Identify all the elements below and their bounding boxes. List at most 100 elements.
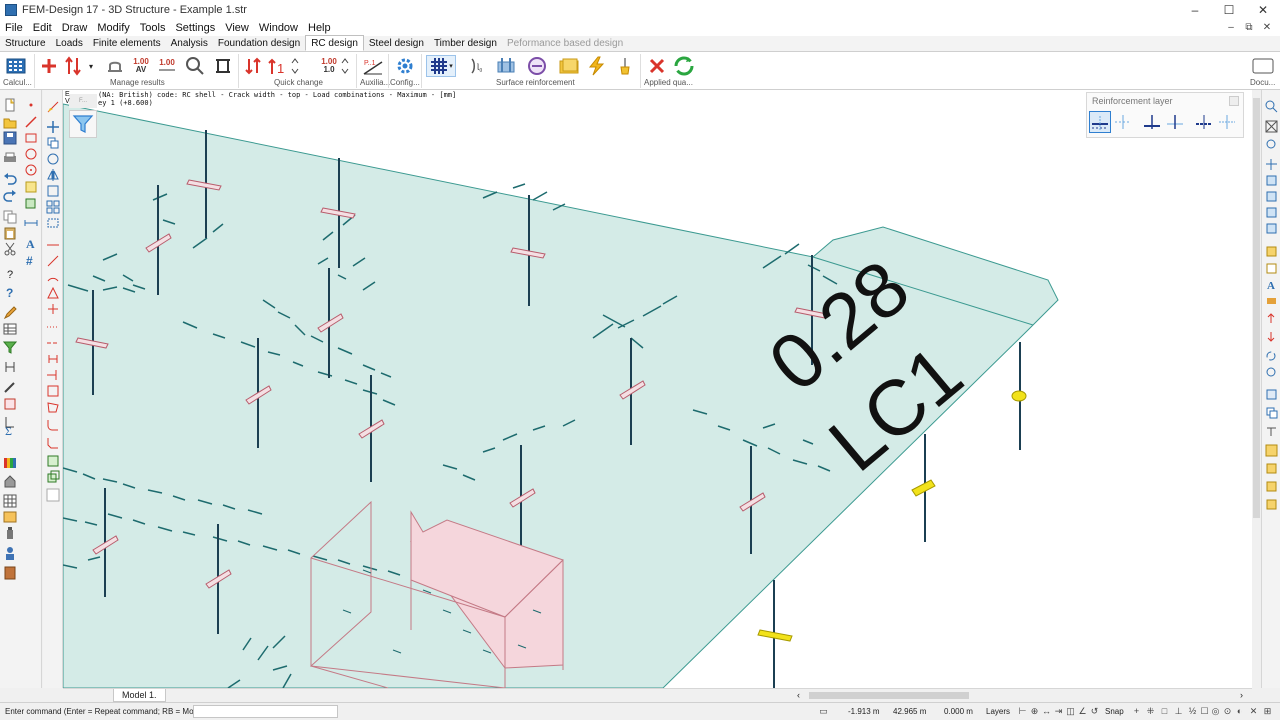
tab-timber-design[interactable]: Timber design bbox=[429, 37, 502, 51]
layer-bottom-x-button[interactable] bbox=[1141, 111, 1163, 133]
dimension-icon[interactable] bbox=[24, 216, 38, 230]
house-icon[interactable] bbox=[3, 474, 17, 488]
menu-edit[interactable]: Edit bbox=[28, 20, 57, 36]
tab-finite-elements[interactable]: Finite elements bbox=[88, 37, 166, 51]
scale-value-a[interactable]: 1.00 AV bbox=[130, 55, 152, 77]
help-context-icon[interactable]: ? bbox=[3, 285, 17, 300]
book-icon[interactable] bbox=[3, 566, 17, 580]
save-icon[interactable] bbox=[3, 131, 17, 145]
cross-icon[interactable] bbox=[46, 302, 60, 316]
ortho-icon[interactable]: ⊢ bbox=[1017, 706, 1028, 717]
shell-reinforcement-icon[interactable] bbox=[495, 55, 517, 77]
refresh-view-icon[interactable] bbox=[1265, 350, 1278, 363]
scale-icon[interactable] bbox=[46, 184, 60, 198]
zoom-in-icon[interactable] bbox=[1265, 100, 1278, 113]
move-up-icon[interactable] bbox=[1265, 312, 1278, 325]
zoom-extents-icon[interactable] bbox=[1265, 138, 1278, 151]
brush-edit-icon[interactable] bbox=[46, 100, 60, 114]
auxiliary-diagram-icon[interactable]: P..1 bbox=[362, 55, 384, 77]
copy-view-icon[interactable] bbox=[1265, 406, 1278, 419]
filter-funnel-icon[interactable] bbox=[2, 340, 18, 354]
snap-cross-icon[interactable]: + bbox=[1131, 706, 1142, 717]
color-palette-icon[interactable] bbox=[3, 456, 17, 470]
box-icon[interactable] bbox=[24, 196, 38, 210]
viewport-mini-tab[interactable]: F... bbox=[69, 94, 97, 108]
view-front-icon[interactable] bbox=[1265, 174, 1278, 187]
rotate-icon[interactable] bbox=[24, 147, 38, 161]
doc-restore-button[interactable]: ⧉ bbox=[1240, 20, 1258, 36]
menu-window[interactable]: Window bbox=[254, 20, 303, 36]
annotation-icon[interactable]: A bbox=[1265, 278, 1278, 292]
offset-icon[interactable] bbox=[46, 352, 60, 366]
menu-file[interactable]: File bbox=[0, 20, 28, 36]
command-input[interactable] bbox=[193, 705, 338, 718]
triangle-icon[interactable] bbox=[46, 286, 60, 300]
layer-yellow-1-icon[interactable] bbox=[1265, 444, 1278, 457]
brush-icon[interactable] bbox=[612, 55, 634, 77]
person-icon[interactable] bbox=[3, 546, 17, 560]
layer-top-x-button[interactable] bbox=[1089, 111, 1111, 133]
bottle-icon[interactable] bbox=[3, 526, 17, 540]
calculator-icon[interactable] bbox=[5, 55, 27, 77]
object-icon[interactable] bbox=[3, 397, 17, 411]
3d-viewport[interactable]: 0.28 LC1 F... E V (NA: British) code: RC… bbox=[63, 90, 1252, 688]
snap-perpendicular-icon[interactable]: ⊥ bbox=[1173, 706, 1184, 717]
copy-icon[interactable] bbox=[3, 210, 17, 224]
copy-object-icon[interactable] bbox=[46, 136, 60, 150]
fit-view-icon[interactable] bbox=[212, 55, 234, 77]
doc-minimize-button[interactable]: – bbox=[1222, 20, 1240, 36]
rectangle-icon[interactable] bbox=[24, 131, 38, 145]
spin-control-icon-2[interactable] bbox=[340, 55, 350, 77]
snap-center-icon[interactable]: ◎ bbox=[1210, 706, 1221, 717]
model-tab[interactable]: Model 1. bbox=[113, 689, 166, 702]
search-icon[interactable] bbox=[184, 55, 206, 77]
circle-icon[interactable] bbox=[24, 163, 38, 177]
layer-yellow-4-icon[interactable] bbox=[1265, 498, 1278, 511]
box-select-icon[interactable] bbox=[46, 384, 60, 398]
coordinate-system-icon[interactable]: ▭ bbox=[818, 706, 829, 717]
vertical-scroll-thumb[interactable] bbox=[1253, 98, 1260, 518]
snap-endpoint-icon[interactable]: ⁜ bbox=[1145, 706, 1156, 717]
gear-icon[interactable] bbox=[394, 55, 416, 77]
menu-view[interactable]: View bbox=[220, 20, 254, 36]
tab-loads[interactable]: Loads bbox=[51, 37, 88, 51]
dropdown-arrow-icon[interactable]: ▾ bbox=[86, 55, 96, 77]
layer-both-x-button[interactable] bbox=[1193, 111, 1215, 133]
snap-box-icon[interactable]: □ bbox=[1159, 706, 1170, 717]
grid-snap-icon[interactable]: ⊕ bbox=[1029, 706, 1040, 717]
map-icon[interactable] bbox=[3, 510, 17, 524]
layer-frame-icon[interactable] bbox=[46, 488, 60, 502]
scale-value-b[interactable]: 1.00 bbox=[156, 55, 178, 77]
snap-grid-icon[interactable]: ⊞ bbox=[1262, 706, 1273, 717]
view-top-icon[interactable] bbox=[1265, 206, 1278, 219]
layer-bottom-y-button[interactable] bbox=[1164, 111, 1186, 133]
close-button[interactable]: ✕ bbox=[1246, 0, 1280, 20]
layer-yellow-3-icon[interactable] bbox=[1265, 480, 1278, 493]
layer-yellow-2-icon[interactable] bbox=[1265, 462, 1278, 475]
tab-structure[interactable]: Structure bbox=[0, 37, 51, 51]
refresh-icon[interactable] bbox=[673, 55, 695, 77]
snap-line-icon[interactable]: ☐ bbox=[1199, 706, 1210, 717]
layer-top-y-button[interactable] bbox=[1112, 111, 1134, 133]
layer-copy-icon[interactable] bbox=[46, 470, 60, 484]
snap-quadrant-icon[interactable]: ⊙ bbox=[1222, 706, 1233, 717]
shade-icon[interactable] bbox=[1265, 245, 1278, 258]
pan-icon[interactable] bbox=[1265, 158, 1278, 171]
undo-icon[interactable] bbox=[3, 172, 17, 186]
open-file-icon[interactable] bbox=[3, 115, 17, 129]
increment-icon[interactable]: 1 bbox=[266, 55, 288, 77]
add-result-icon[interactable] bbox=[38, 55, 60, 77]
measure-icon[interactable] bbox=[3, 360, 17, 374]
color-icon[interactable] bbox=[1265, 294, 1278, 307]
pen-tool-icon[interactable] bbox=[3, 380, 17, 394]
slanted-line-icon[interactable] bbox=[46, 254, 60, 268]
rotate-view-icon[interactable] bbox=[1265, 366, 1278, 379]
stamp-icon[interactable] bbox=[1265, 424, 1278, 437]
no-reinforcement-icon[interactable] bbox=[526, 55, 548, 77]
move-icon[interactable] bbox=[46, 120, 60, 134]
angle-icon[interactable]: ∠ bbox=[1077, 706, 1088, 717]
redo-icon[interactable] bbox=[3, 189, 17, 203]
vertical-scrollbar[interactable] bbox=[1252, 90, 1261, 688]
new-file-icon[interactable] bbox=[3, 98, 17, 112]
scale-value-c[interactable]: 1.00 1.0 bbox=[318, 55, 340, 77]
